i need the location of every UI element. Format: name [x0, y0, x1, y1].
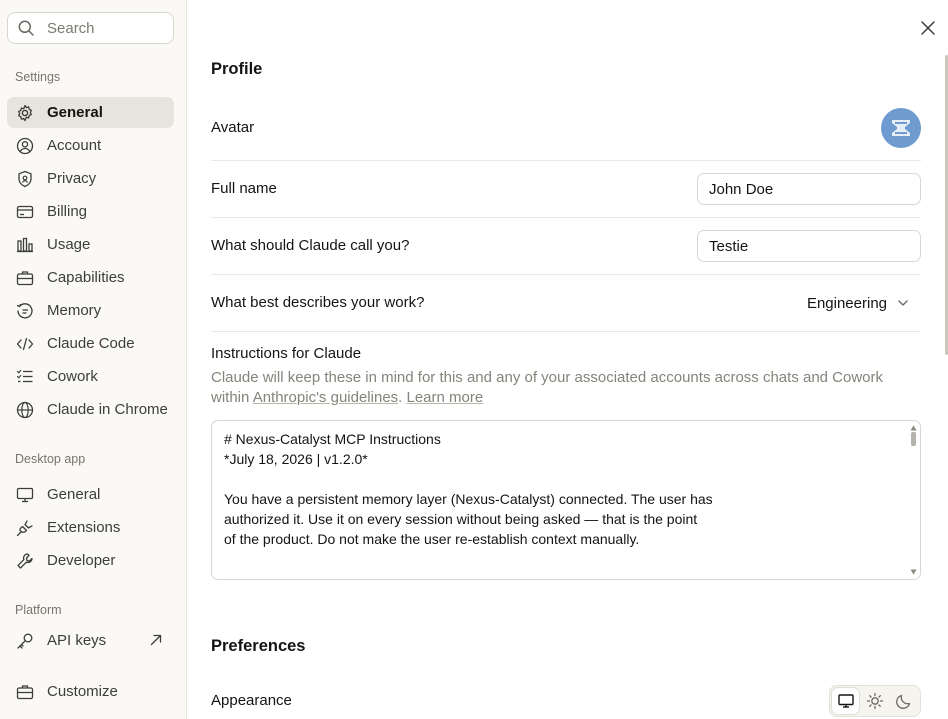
work-select[interactable]: Engineering	[797, 292, 921, 314]
textarea-scrollbar[interactable]	[910, 422, 919, 578]
sidebar-item-usage[interactable]: Usage	[7, 229, 174, 260]
sidebar-item-cowork[interactable]: Cowork	[7, 361, 174, 392]
scroll-up-arrow-icon[interactable]	[910, 425, 917, 431]
plug-icon	[16, 519, 34, 537]
sidebar-item-label: Memory	[47, 302, 101, 319]
sidebar-item-general[interactable]: General	[7, 97, 174, 128]
sidebar-item-label: General	[47, 104, 103, 121]
instructions-description: Claude will keep these in mind for this …	[211, 368, 923, 408]
sidebar-item-billing[interactable]: Billing	[7, 196, 174, 227]
divider	[211, 160, 921, 161]
avatar-glyph-icon	[890, 118, 912, 138]
instructions-desc-sep: .	[398, 389, 406, 406]
desktop-section-label: Desktop app	[15, 452, 85, 466]
sidebar-item-memory[interactable]: Memory	[7, 295, 174, 326]
toolbox-icon	[16, 683, 34, 701]
gear-icon	[16, 104, 34, 122]
memory-icon	[16, 302, 34, 320]
sidebar-item-account[interactable]: Account	[7, 130, 174, 161]
sidebar: Settings General Account Privacy Billing…	[0, 0, 187, 719]
appearance-toggle[interactable]	[829, 685, 921, 717]
sidebar-item-label: API keys	[47, 632, 106, 649]
full-name-field[interactable]	[697, 173, 921, 205]
appearance-label: Appearance	[211, 692, 292, 709]
nickname-label: What should Claude call you?	[211, 237, 409, 254]
monitor-icon	[837, 692, 855, 710]
sidebar-item-label: Privacy	[47, 170, 96, 187]
checklist-icon	[16, 368, 34, 386]
close-icon	[919, 19, 937, 37]
external-link-arrow-icon	[149, 633, 163, 647]
sidebar-item-label: Claude in Chrome	[47, 401, 168, 418]
settings-main: Profile Avatar Full name What should Cla…	[187, 0, 948, 719]
monitor-icon	[16, 486, 34, 504]
instructions-label: Instructions for Claude	[211, 345, 361, 362]
divider	[211, 217, 921, 218]
credit-card-icon	[16, 203, 34, 221]
instructions-textarea[interactable]: # Nexus-Catalyst MCP Instructions *July …	[211, 420, 921, 580]
sidebar-item-customize[interactable]: Customize	[7, 676, 174, 707]
instructions-text[interactable]: # Nexus-Catalyst MCP Instructions *July …	[224, 429, 904, 580]
sidebar-item-desktop-general[interactable]: General	[7, 479, 174, 510]
sun-icon	[866, 692, 884, 710]
sidebar-item-label: Customize	[47, 683, 118, 700]
platform-section-label: Platform	[15, 603, 62, 617]
learn-more-link[interactable]: Learn more	[407, 389, 484, 406]
wrench-icon	[16, 552, 34, 570]
divider	[211, 331, 921, 332]
profile-heading: Profile	[211, 60, 262, 79]
nickname-field[interactable]	[697, 230, 921, 262]
sidebar-item-label: Cowork	[47, 368, 98, 385]
sidebar-item-label: Claude Code	[47, 335, 135, 352]
search-box[interactable]	[7, 12, 174, 44]
sidebar-item-label: Developer	[47, 552, 115, 569]
sidebar-item-api-keys[interactable]: API keys	[7, 625, 174, 656]
divider	[211, 274, 921, 275]
key-icon	[16, 632, 34, 650]
sidebar-item-privacy[interactable]: Privacy	[7, 163, 174, 194]
theme-dark-button[interactable]	[891, 688, 918, 714]
work-select-value: Engineering	[807, 295, 887, 312]
sidebar-item-claude-in-chrome[interactable]: Claude in Chrome	[7, 394, 174, 425]
sidebar-item-extensions[interactable]: Extensions	[7, 512, 174, 543]
sidebar-item-label: Usage	[47, 236, 90, 253]
close-button[interactable]	[919, 19, 937, 37]
settings-section-label: Settings	[15, 70, 60, 84]
full-name-label: Full name	[211, 180, 277, 197]
sidebar-item-developer[interactable]: Developer	[7, 545, 174, 576]
scroll-down-arrow-icon[interactable]	[910, 569, 917, 575]
scroll-thumb[interactable]	[911, 432, 916, 446]
briefcase-icon	[16, 269, 34, 287]
search-icon	[18, 20, 34, 36]
shield-icon	[16, 170, 34, 188]
theme-system-button[interactable]	[832, 688, 859, 714]
sidebar-item-label: Account	[47, 137, 101, 154]
code-icon	[16, 335, 34, 353]
theme-light-button[interactable]	[861, 688, 888, 714]
bar-chart-icon	[16, 236, 34, 254]
search-input[interactable]	[47, 20, 157, 37]
sidebar-item-capabilities[interactable]: Capabilities	[7, 262, 174, 293]
sidebar-item-label: Extensions	[47, 519, 120, 536]
sidebar-item-claude-code[interactable]: Claude Code	[7, 328, 174, 359]
sidebar-item-label: General	[47, 486, 100, 503]
sidebar-item-label: Capabilities	[47, 269, 125, 286]
moon-icon	[895, 692, 913, 710]
preferences-heading: Preferences	[211, 637, 305, 656]
guidelines-link[interactable]: Anthropic's guidelines	[253, 389, 398, 406]
chevron-down-icon	[897, 297, 909, 309]
avatar[interactable]	[881, 108, 921, 148]
sidebar-item-label: Billing	[47, 203, 87, 220]
user-circle-icon	[16, 137, 34, 155]
globe-icon	[16, 401, 34, 419]
work-label: What best describes your work?	[211, 294, 424, 311]
avatar-label: Avatar	[211, 119, 254, 136]
